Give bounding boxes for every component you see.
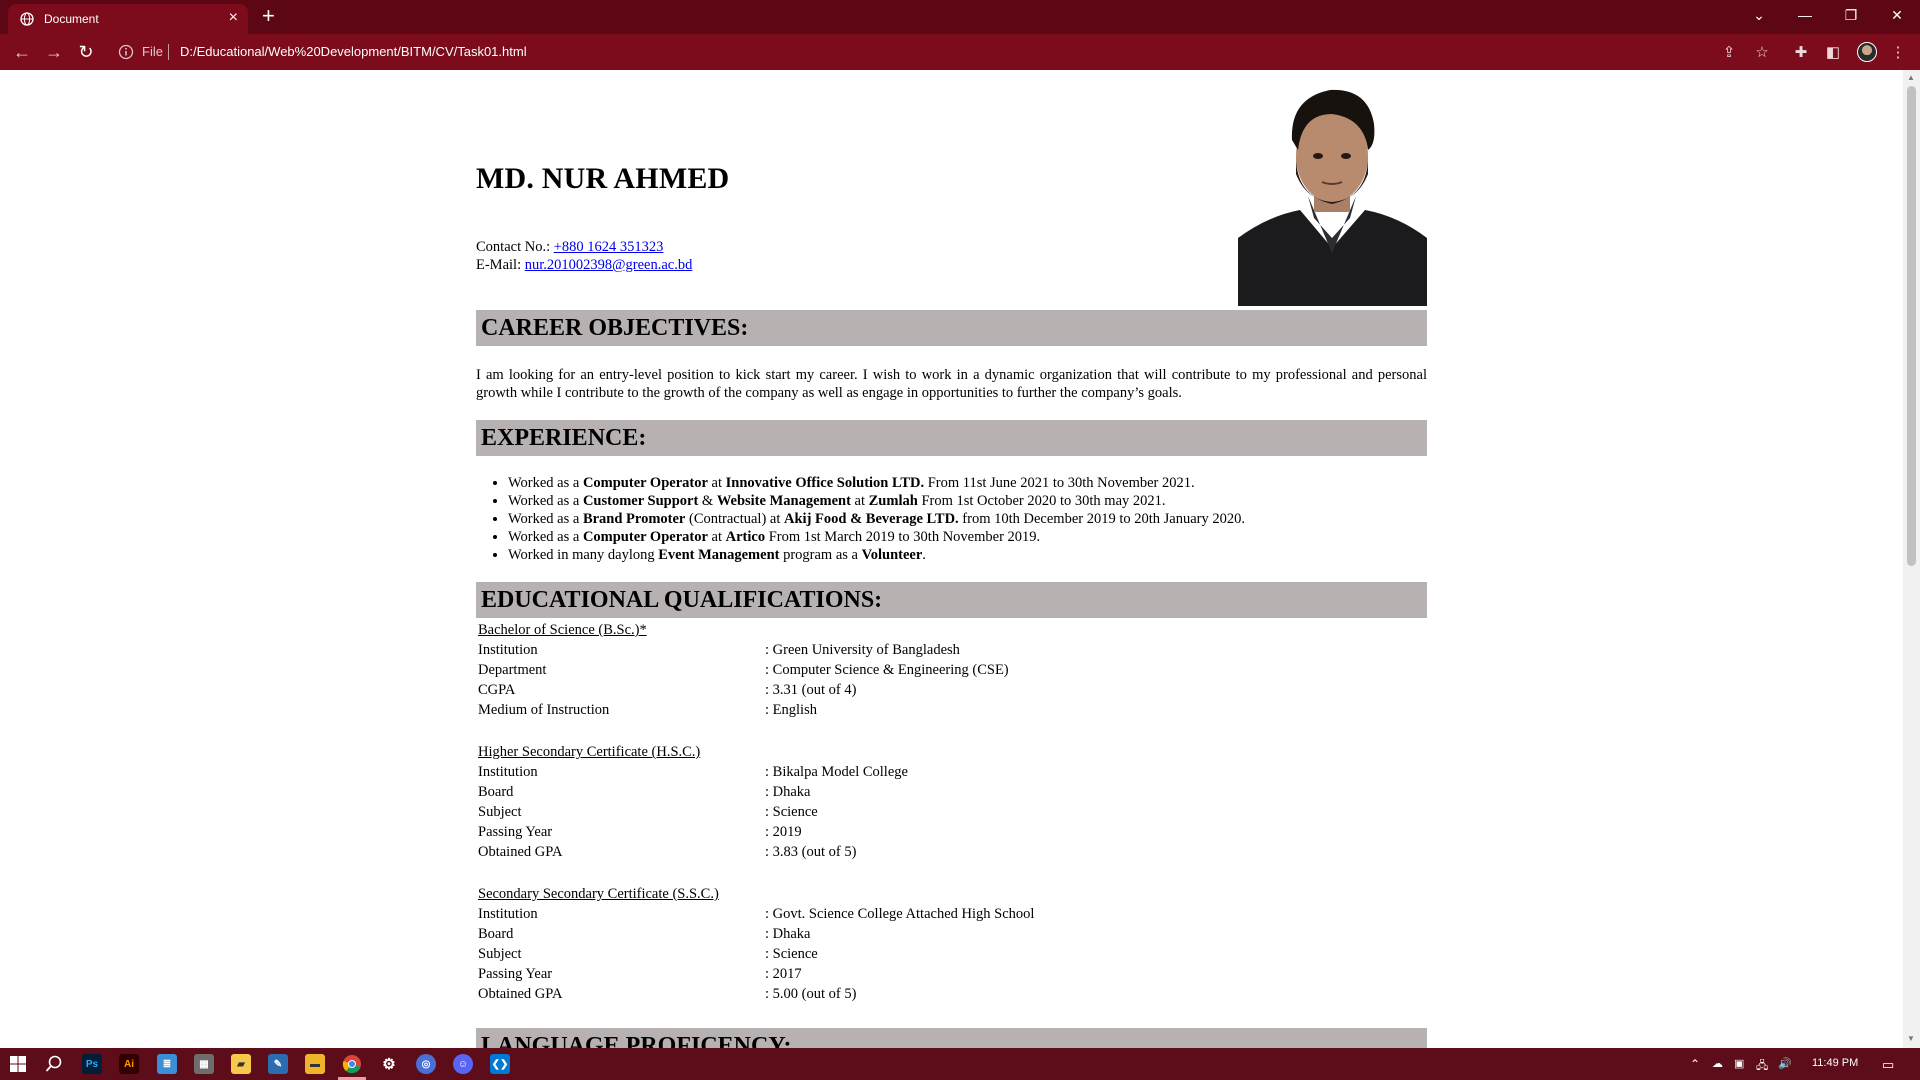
email-label: E-Mail: [476,257,525,273]
scroll-up-icon[interactable]: ▲ [1907,73,1915,82]
degree-title: Higher Secondary Certificate (H.S.C.) [478,744,701,760]
url-scheme-label: File [142,44,163,59]
education-heading: EDUCATIONAL QUALIFICATIONS: [476,582,1427,618]
experience-item: Worked in many daylong Event Management … [508,546,1427,564]
settings-gear-icon[interactable]: ⚙ [379,1054,399,1074]
edu-row: Passing Year: 2017 [478,966,802,982]
share-icon[interactable]: ⇪ [1719,42,1739,62]
reload-button[interactable]: ↻ [74,40,98,64]
education-bsc: Bachelor of Science (B.Sc.)* Institution… [478,620,1427,740]
onedrive-icon[interactable]: ☁ [1712,1057,1723,1070]
omnibox-divider [168,44,169,60]
tray-chevron-icon[interactable]: ⌃ [1690,1057,1700,1071]
scroll-down-icon[interactable]: ▼ [1907,1034,1915,1043]
edu-row: Institution: Govt. Science College Attac… [478,906,1035,922]
career-objective-text: I am looking for an entry-level position… [476,367,1427,401]
edu-row: Institution: Green University of Banglad… [478,642,960,658]
degree-title: Bachelor of Science (B.Sc.)* [478,622,647,638]
extensions-icon[interactable]: ✚ [1791,42,1811,62]
email-link[interactable]: nur.201002398@green.ac.bd [525,257,693,273]
cv-header: MD. NUR AHMED Contact No.: +880 1624 351… [476,70,1427,310]
profile-avatar[interactable] [1857,42,1877,62]
profile-photo [1238,78,1427,306]
windows-start-icon[interactable] [8,1054,28,1074]
info-icon[interactable] [118,44,134,60]
back-button[interactable]: ← [10,40,34,64]
menu-kebab-icon[interactable]: ⋮ [1888,42,1908,62]
notepad-icon[interactable]: ≣ [157,1054,177,1074]
education-ssc: Secondary Secondary Certificate (S.S.C.)… [478,884,1427,1024]
new-tab-button[interactable]: + [262,5,275,27]
edu-row: Passing Year: 2019 [478,824,802,840]
tab-title: Document [44,12,99,26]
forward-button[interactable]: → [42,40,66,64]
discord-icon[interactable]: ☺ [453,1054,473,1074]
file-explorer-icon[interactable]: ▬ [305,1054,325,1074]
browser-tab[interactable]: Document × [8,4,248,34]
experience-item: Worked as a Brand Promoter (Contractual)… [508,510,1427,528]
edu-row: Board: Dhaka [478,926,811,942]
experience-heading: EXPERIENCE: [476,420,1427,456]
experience-item: Worked as a Computer Operator at Innovat… [508,474,1427,492]
degree-title: Secondary Secondary Certificate (S.S.C.) [478,886,719,902]
language-heading: LANGUAGE PROFICENCY: [476,1028,1427,1048]
scroll-thumb[interactable] [1907,86,1916,566]
edu-row: Board: Dhaka [478,784,811,800]
photoshop-icon[interactable]: Ps [82,1054,102,1074]
paint-icon[interactable]: ✎ [268,1054,288,1074]
bookmark-star-icon[interactable]: ☆ [1752,42,1772,62]
side-panel-icon[interactable]: ◧ [1823,42,1843,62]
experience-item: Worked as a Customer Support & Website M… [508,492,1427,510]
experience-list: Worked as a Computer Operator at Innovat… [508,474,1427,564]
edu-row: Institution: Bikalpa Model College [478,764,908,780]
page-scrollbar[interactable]: ▲ ▼ [1903,70,1920,1048]
network-icon[interactable]: 🖧 [1756,1057,1768,1076]
career-objectives-heading: CAREER OBJECTIVES: [476,310,1427,346]
education-hsc: Higher Secondary Certificate (H.S.C.) In… [478,742,1427,882]
vscode-icon[interactable]: ❮❯ [490,1054,510,1074]
vpn-icon[interactable]: ◎ [416,1054,436,1074]
notifications-icon[interactable]: ▭ [1882,1057,1894,1073]
phone-link[interactable]: +880 1624 351323 [554,239,664,255]
contact-label: Contact No.: [476,239,554,255]
close-tab-icon[interactable]: × [229,9,238,27]
edu-row: Obtained GPA: 5.00 (out of 5) [478,986,857,1002]
applicant-name: MD. NUR AHMED [476,162,730,195]
tab-strip: Document × + ⌄ — ❐ ✕ [0,0,1920,34]
browser-toolbar: ← → ↻ File D:/Educational/Web%20Developm… [0,34,1920,70]
address-bar[interactable]: D:/Educational/Web%20Development/BITM/CV… [180,44,527,59]
volume-icon[interactable]: 🔊 [1778,1057,1792,1070]
edu-row: Subject: Science [478,946,818,962]
sticky-notes-icon[interactable]: ▰ [231,1054,251,1074]
clock[interactable]: 11:49 PM [1812,1057,1858,1069]
globe-icon [20,12,34,26]
illustrator-icon[interactable]: Ai [119,1054,139,1074]
cv-document: MD. NUR AHMED Contact No.: +880 1624 351… [476,70,1427,1048]
tab-search-icon[interactable]: ⌄ [1736,0,1782,30]
edu-row: Medium of Instruction: English [478,702,817,718]
windows-taskbar: Ps Ai ≣ ▦ ▰ ✎ ▬ ⚙ ◎ ☺ ❮❯ ⌃ ☁ ▣ 🖧 🔊 11:49… [0,1048,1920,1080]
contact-block: Contact No.: +880 1624 351323 E-Mail: nu… [476,238,692,274]
edu-row: Subject: Science [478,804,818,820]
search-icon[interactable] [44,1054,64,1074]
experience-item: Worked as a Computer Operator at Artico … [508,528,1427,546]
edu-row: Department: Computer Science & Engineeri… [478,662,1009,678]
edu-row: CGPA: 3.31 (out of 4) [478,682,857,698]
edu-row: Obtained GPA: 3.83 (out of 5) [478,844,857,860]
minimize-button[interactable]: — [1782,0,1828,30]
calculator-icon[interactable]: ▦ [194,1054,214,1074]
chrome-icon[interactable] [342,1054,362,1074]
close-window-button[interactable]: ✕ [1874,0,1920,30]
restore-button[interactable]: ❐ [1828,0,1874,30]
nvidia-icon[interactable]: ▣ [1734,1057,1744,1070]
page-viewport: MD. NUR AHMED Contact No.: +880 1624 351… [0,70,1903,1048]
